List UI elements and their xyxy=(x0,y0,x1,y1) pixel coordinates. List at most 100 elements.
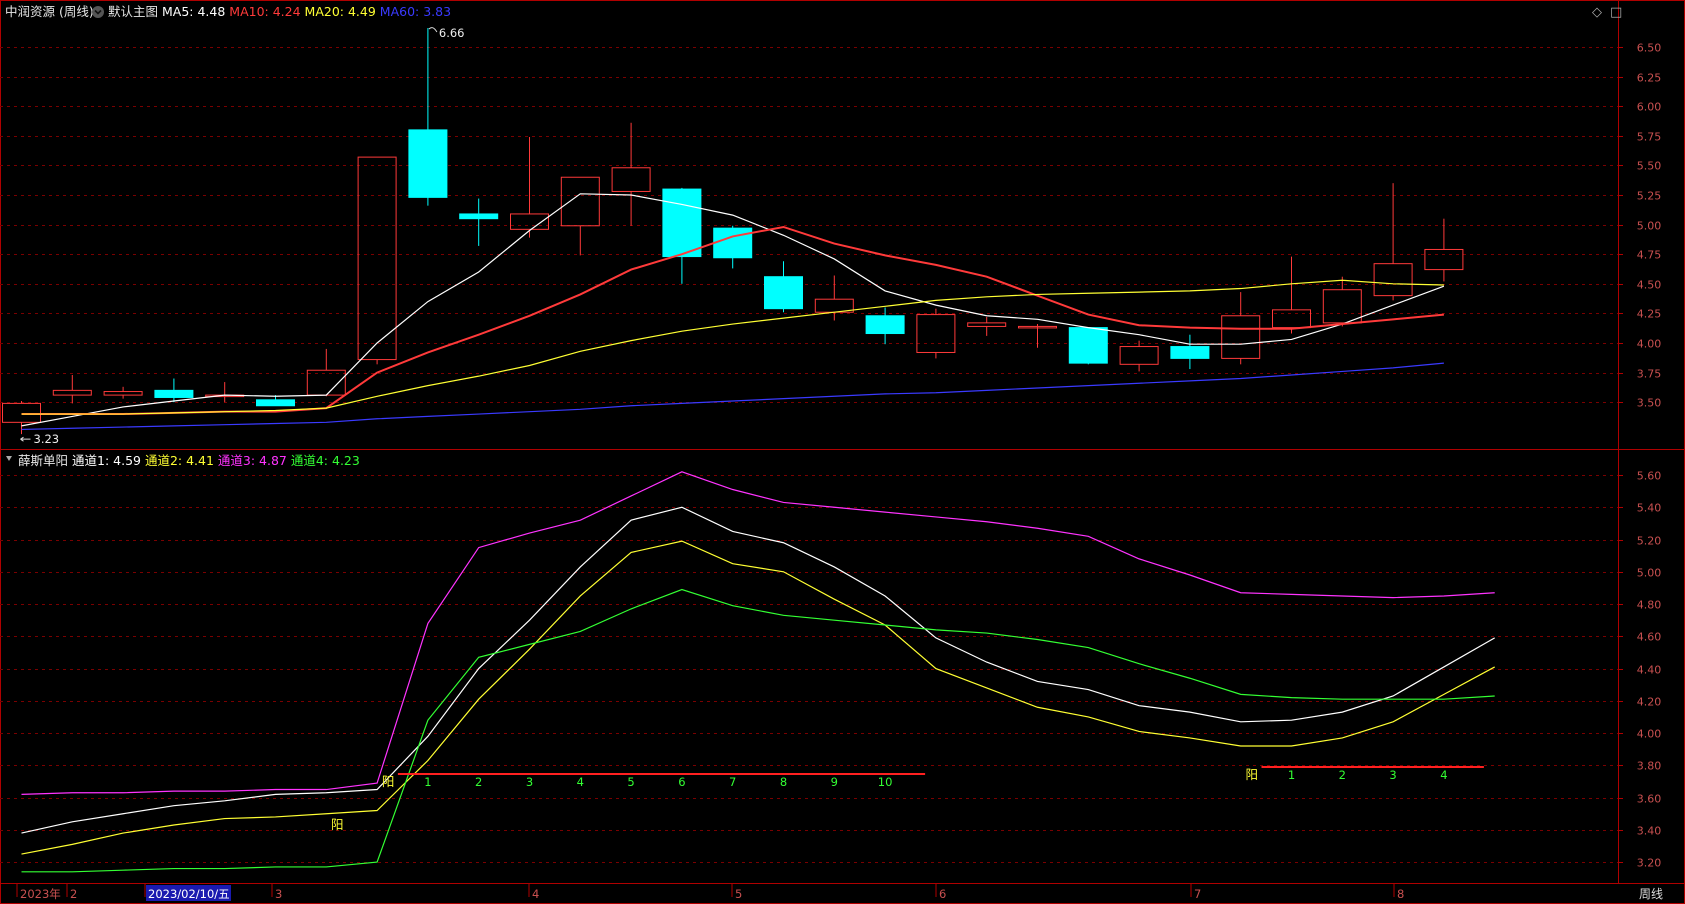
candle[interactable] xyxy=(510,136,549,238)
count-label: 4 xyxy=(1440,768,1447,782)
candle-body xyxy=(662,188,702,258)
sub-y-axis: 5.60 5.40 5.20 5.00 4.80 4.60 4.40 4.20 4.00 3.80… xyxy=(1618,470,1661,870)
candle[interactable] xyxy=(1170,334,1210,370)
chart-selector-icon[interactable] xyxy=(92,6,104,18)
legend-value: 4.87 xyxy=(259,453,291,468)
count-label: 8 xyxy=(780,775,787,789)
x-tick-label: 7 xyxy=(1194,887,1201,901)
candle[interactable] xyxy=(1018,324,1057,348)
y-tick-label: 4.60 xyxy=(1637,631,1662,644)
legend-item: 通道1: xyxy=(72,453,113,468)
candle-body xyxy=(1373,263,1413,297)
candle[interactable] xyxy=(205,382,245,403)
count-label: 7 xyxy=(729,775,736,789)
y-tick-label: 3.20 xyxy=(1637,857,1662,870)
x-tick-label: 2023/02/10/五 xyxy=(148,887,230,901)
legend-item: 通道4: xyxy=(291,453,332,468)
x-tick-label: 6 xyxy=(939,887,946,901)
count-label: 1 xyxy=(424,775,431,789)
candle[interactable] xyxy=(357,156,397,365)
high-arrow xyxy=(428,27,438,33)
candle[interactable] xyxy=(306,348,346,397)
period-label[interactable]: 周线 xyxy=(1639,887,1663,901)
count-label: 2 xyxy=(1339,768,1346,782)
x-tick-label: 3 xyxy=(275,887,282,901)
maximize-icon[interactable]: □ xyxy=(1610,5,1622,20)
candle[interactable] xyxy=(459,198,499,246)
y-tick-label: 6.50 xyxy=(1637,42,1662,55)
count-label: 1 xyxy=(1288,768,1295,782)
candle-body xyxy=(1119,346,1159,365)
candle[interactable] xyxy=(764,261,803,313)
candle-body xyxy=(1322,289,1362,324)
y-tick-label: 4.20 xyxy=(1637,696,1662,709)
count-label: 3 xyxy=(1389,768,1396,782)
candle[interactable] xyxy=(865,307,905,345)
count-label: 9 xyxy=(831,775,838,789)
candle-body xyxy=(1424,248,1464,271)
legend-value: 4.48 xyxy=(197,4,229,19)
indicator-dropdown-icon[interactable] xyxy=(6,456,12,461)
legend-value: 4.41 xyxy=(186,453,218,468)
candle-body xyxy=(1272,309,1311,329)
candlestick-series xyxy=(2,28,1464,435)
signal-label: 阳 xyxy=(382,774,395,789)
x-tick-label: 2023年 xyxy=(20,887,61,901)
candle[interactable] xyxy=(611,122,651,226)
candle-body xyxy=(357,156,397,361)
candle-body xyxy=(764,276,803,310)
main-grid xyxy=(0,47,1618,403)
indicator-title: 薛斯单阳 xyxy=(18,453,68,468)
y-tick-label: 6.25 xyxy=(1637,72,1662,85)
x-tick-label: 8 xyxy=(1397,887,1404,901)
y-tick-label: 3.50 xyxy=(1637,397,1662,410)
candle[interactable] xyxy=(52,374,92,404)
sub-grid xyxy=(0,475,1618,863)
candle[interactable] xyxy=(916,308,956,359)
candle-body xyxy=(1170,346,1210,359)
count-label: 6 xyxy=(678,775,685,789)
candle[interactable] xyxy=(560,176,600,256)
y-tick-label: 3.75 xyxy=(1637,368,1662,381)
count-label: 10 xyxy=(878,775,893,789)
legend-value: 4.24 xyxy=(273,4,305,19)
low-price-label: 3.23 xyxy=(34,432,60,446)
candle[interactable] xyxy=(1424,218,1464,282)
ma-line-ma20 xyxy=(21,279,1444,415)
candle-body xyxy=(611,167,651,192)
y-tick-label: 3.60 xyxy=(1637,793,1662,806)
candle[interactable] xyxy=(1119,340,1159,372)
candle-body xyxy=(103,391,143,396)
candle[interactable] xyxy=(154,378,194,403)
candle-body xyxy=(459,213,499,220)
diamond-icon[interactable]: ◇ xyxy=(1592,5,1602,20)
candle-body xyxy=(2,402,41,423)
channel-line-2 xyxy=(21,540,1495,855)
candle[interactable] xyxy=(713,225,753,269)
legend-value: 4.23 xyxy=(332,453,360,468)
candle[interactable] xyxy=(967,316,1007,336)
candle[interactable] xyxy=(1272,256,1311,334)
y-tick-label: 5.20 xyxy=(1637,535,1662,548)
candle[interactable] xyxy=(103,386,143,399)
stock-chart[interactable]: 6.50 6.25 6.00 5.75 5.50 5.25 5.00 4.75 4.50 4.25… xyxy=(0,0,1685,904)
candle[interactable] xyxy=(408,28,448,206)
y-tick-label: 5.00 xyxy=(1637,220,1662,233)
candle-body xyxy=(256,399,295,407)
main-chart-label[interactable]: 默认主图 xyxy=(108,4,158,19)
candle-body xyxy=(967,322,1007,327)
y-tick-label: 4.00 xyxy=(1637,338,1662,351)
candle[interactable] xyxy=(1068,327,1108,365)
y-tick-label: 4.80 xyxy=(1637,599,1662,612)
y-tick-label: 5.25 xyxy=(1637,190,1662,203)
signal-label: 阳 xyxy=(1245,767,1258,782)
candle-body xyxy=(713,227,753,259)
y-tick-label: 5.00 xyxy=(1637,567,1662,580)
main-legend: 中润资源 (周线) 默认主图 MA5: 4.48 MA10: 4.24 MA20… xyxy=(5,4,451,19)
candle-body xyxy=(408,129,448,198)
candle-body xyxy=(154,389,194,398)
signal-label: 阳 xyxy=(331,817,344,832)
candle-body xyxy=(306,369,346,396)
legend-item: MA60: xyxy=(380,4,423,19)
candle-body xyxy=(865,315,905,335)
